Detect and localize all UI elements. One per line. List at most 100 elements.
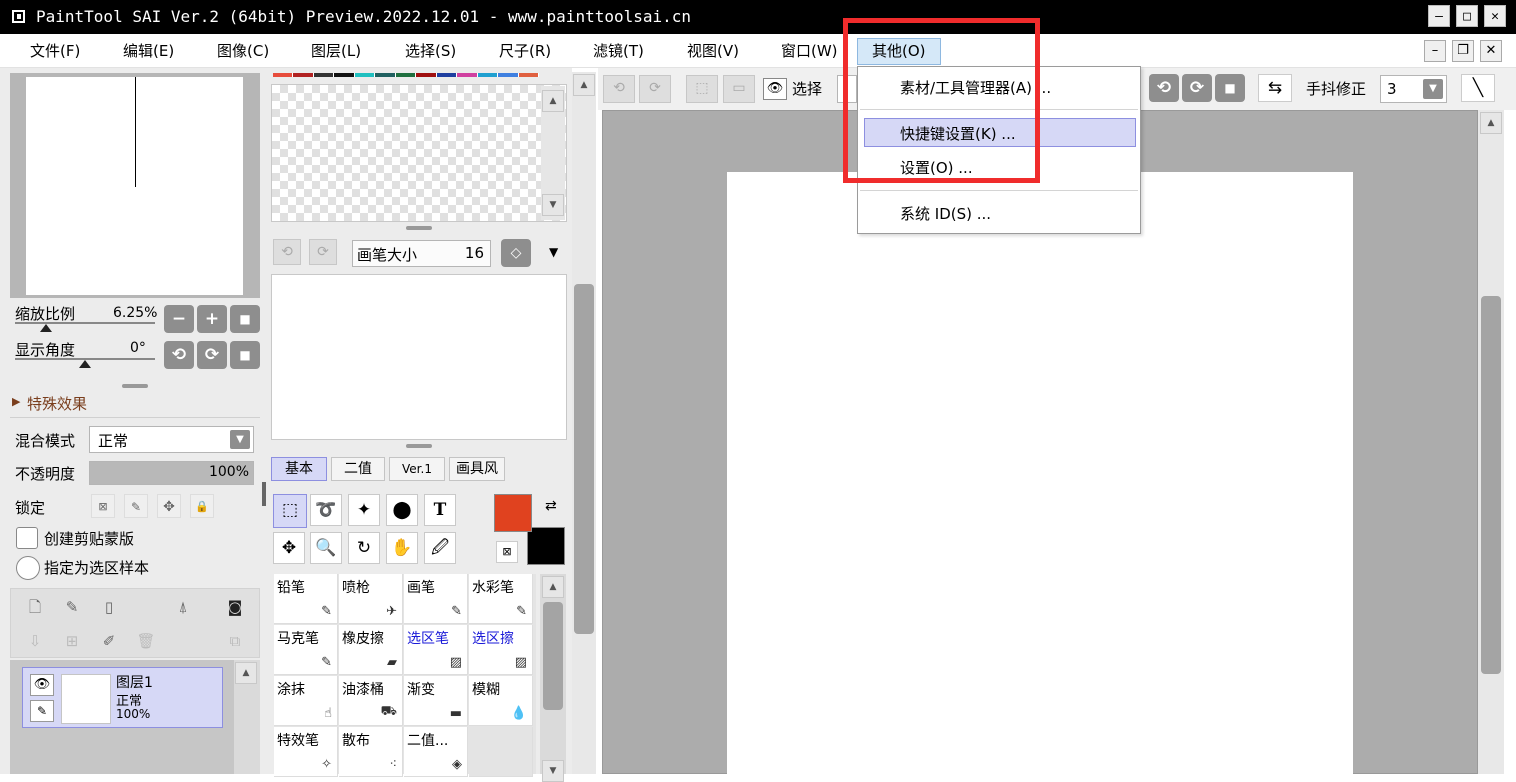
scroll-thumb[interactable] bbox=[1481, 296, 1501, 674]
angle-slider-handle[interactable] bbox=[79, 360, 91, 368]
blend-mode-select[interactable]: 正常 ▼ bbox=[89, 426, 254, 453]
doc-minimize-button[interactable]: – bbox=[1424, 40, 1446, 62]
selection-sample-toggle[interactable] bbox=[16, 556, 40, 580]
transfer-down-icon[interactable]: ⇩ bbox=[23, 629, 47, 653]
palette-swatch[interactable] bbox=[375, 73, 396, 77]
menu-layer[interactable]: 图层(L) bbox=[309, 40, 363, 64]
scroll-up-icon[interactable]: ▲ bbox=[542, 576, 564, 598]
transparent-color-icon[interactable]: ⊠ bbox=[496, 541, 518, 563]
minimize-button[interactable]: – bbox=[1428, 5, 1450, 27]
merge-down-icon[interactable]: ⊞ bbox=[60, 629, 84, 653]
tab-painterly[interactable]: 画具风 bbox=[449, 457, 505, 481]
new-folder-icon[interactable]: ▯ bbox=[97, 595, 121, 619]
brush-eraser[interactable]: 橡皮擦 ▰ bbox=[339, 625, 403, 675]
rotate-cw-button[interactable]: ⟳ bbox=[1182, 74, 1212, 102]
text-tool-icon[interactable]: T bbox=[424, 494, 456, 526]
doc-restore-button[interactable]: ❐ bbox=[1452, 40, 1474, 62]
new-vector-layer-icon[interactable]: ✎ bbox=[60, 595, 84, 619]
new-ruler-icon[interactable]: ⍋ bbox=[171, 595, 195, 619]
rotate-ccw-button[interactable]: ⟲ bbox=[1149, 74, 1179, 102]
clear-layer-icon[interactable]: ✐ bbox=[97, 629, 121, 653]
panel-splitter[interactable] bbox=[406, 444, 432, 448]
brush-fxpen[interactable]: 特效笔 ✧ bbox=[274, 727, 338, 777]
palette-swatch[interactable] bbox=[498, 73, 519, 77]
brush-pencil[interactable]: 铅笔 ✎ bbox=[274, 574, 338, 624]
brush-brush[interactable]: 画笔 ✎ bbox=[404, 574, 468, 624]
left-panel-resize-handle[interactable] bbox=[262, 482, 266, 506]
effects-header[interactable]: ▶ 特殊效果 bbox=[10, 390, 260, 418]
eyedropper-icon[interactable]: 🖉 bbox=[424, 532, 456, 564]
swap-colors-icon[interactable]: ⇄ bbox=[545, 498, 557, 514]
layer-scrollbar[interactable]: ▲ bbox=[234, 660, 260, 774]
hand-icon[interactable]: ✋ bbox=[386, 532, 418, 564]
panel-splitter[interactable] bbox=[122, 384, 148, 388]
rotate-reset-button[interactable]: ■ bbox=[230, 341, 260, 369]
new-layer-icon[interactable]: 🗋 bbox=[23, 595, 47, 619]
undo-size-button[interactable]: ⟲ bbox=[273, 239, 301, 265]
scroll-up-icon[interactable]: ▲ bbox=[1480, 112, 1502, 134]
redo-size-button[interactable]: ⟳ bbox=[309, 239, 337, 265]
magic-wand-icon[interactable]: ✦ bbox=[348, 494, 380, 526]
scroll-up-icon[interactable]: ▲ bbox=[542, 90, 564, 112]
scroll-up-icon[interactable]: ▲ bbox=[573, 74, 595, 96]
palette-swatch[interactable] bbox=[477, 73, 499, 77]
scroll-down-icon[interactable]: ▼ bbox=[542, 760, 564, 782]
brush-scatter[interactable]: 散布 ⁖ bbox=[339, 727, 403, 777]
more-chevron-icon[interactable]: ▼ bbox=[549, 245, 558, 259]
opacity-slider[interactable]: 100% bbox=[89, 461, 254, 485]
navigator-preview[interactable] bbox=[10, 73, 260, 298]
move-icon[interactable]: ✥ bbox=[273, 532, 305, 564]
brush-watercolor[interactable]: 水彩笔 ✎ bbox=[469, 574, 533, 624]
zoom-icon[interactable]: 🔍 bbox=[310, 532, 342, 564]
color-swatch-area[interactable]: ▲ ▼ bbox=[271, 84, 567, 222]
lock-all-icon[interactable]: 🔒 bbox=[190, 494, 214, 518]
lock-move-icon[interactable]: ✥ bbox=[157, 494, 181, 518]
swatch-scrollbar[interactable]: ▲ ▼ bbox=[541, 86, 565, 220]
panel-splitter[interactable] bbox=[406, 226, 432, 230]
palette-swatch[interactable] bbox=[273, 73, 294, 77]
brush-selpen[interactable]: 选区笔 ▨ bbox=[404, 625, 468, 675]
brush-binary[interactable]: 二值... ◈ bbox=[404, 727, 468, 777]
menu-window[interactable]: 窗口(W) bbox=[779, 40, 840, 64]
menu-edit[interactable]: 编辑(E) bbox=[121, 40, 176, 64]
clip-mask-checkbox[interactable] bbox=[16, 527, 38, 549]
palette-swatch[interactable] bbox=[293, 73, 314, 77]
brush-smudge[interactable]: 涂抹 ☝ bbox=[274, 676, 338, 726]
palette-swatch[interactable] bbox=[457, 73, 478, 77]
menu-image[interactable]: 图像(C) bbox=[215, 40, 271, 64]
lock-paint-icon[interactable]: ✎ bbox=[124, 494, 148, 518]
menu-select[interactable]: 选择(S) bbox=[403, 40, 458, 64]
brush-blur[interactable]: 模糊 💧 bbox=[469, 676, 533, 726]
scroll-thumb[interactable] bbox=[574, 284, 594, 634]
scroll-down-icon[interactable]: ▼ bbox=[542, 194, 564, 216]
lock-transparency-icon[interactable]: ⊠ bbox=[91, 494, 115, 518]
color-palette-strip[interactable] bbox=[273, 72, 540, 78]
flip-horizontal-icon[interactable]: ⇆ bbox=[1258, 74, 1292, 102]
maximize-button[interactable]: □ bbox=[1456, 5, 1478, 27]
brush-marker[interactable]: 马克笔 ✎ bbox=[274, 625, 338, 675]
visibility-eye-icon[interactable]: 👁 bbox=[30, 674, 54, 696]
rotate-view-icon[interactable]: ↻ bbox=[348, 532, 380, 564]
menu-file[interactable]: 文件(F) bbox=[28, 40, 82, 64]
foreground-color-swatch[interactable] bbox=[494, 494, 532, 532]
zoom-slider-handle[interactable] bbox=[40, 324, 52, 332]
palette-swatch[interactable] bbox=[313, 73, 335, 77]
close-button[interactable]: ✕ bbox=[1484, 5, 1506, 27]
lasso-icon[interactable]: ➰ bbox=[310, 494, 342, 526]
empty-brush-slot[interactable] bbox=[469, 727, 533, 777]
rect-select-icon[interactable]: ⬚ bbox=[273, 494, 307, 528]
rotate-reset-button[interactable]: ■ bbox=[1215, 74, 1245, 102]
layer-mask-icon[interactable]: ◙ bbox=[223, 595, 247, 619]
zoom-out-button[interactable]: − bbox=[164, 305, 194, 333]
panel-scrollbar[interactable]: ▲ bbox=[572, 72, 596, 774]
delete-layer-icon[interactable]: 🗑 bbox=[134, 629, 158, 653]
palette-swatch[interactable] bbox=[518, 73, 540, 77]
undo-button[interactable]: ⟲ bbox=[603, 75, 635, 103]
menu-view[interactable]: 视图(V) bbox=[685, 40, 741, 64]
layer-paint-icon[interactable]: ✎ bbox=[30, 700, 54, 722]
rotate-ccw-button[interactable]: ⟲ bbox=[164, 341, 194, 369]
background-color-swatch[interactable] bbox=[527, 527, 565, 565]
brush-airbrush[interactable]: 喷枪 ✈ bbox=[339, 574, 403, 624]
scroll-thumb[interactable] bbox=[543, 602, 563, 710]
scroll-up-icon[interactable]: ▲ bbox=[235, 662, 257, 684]
